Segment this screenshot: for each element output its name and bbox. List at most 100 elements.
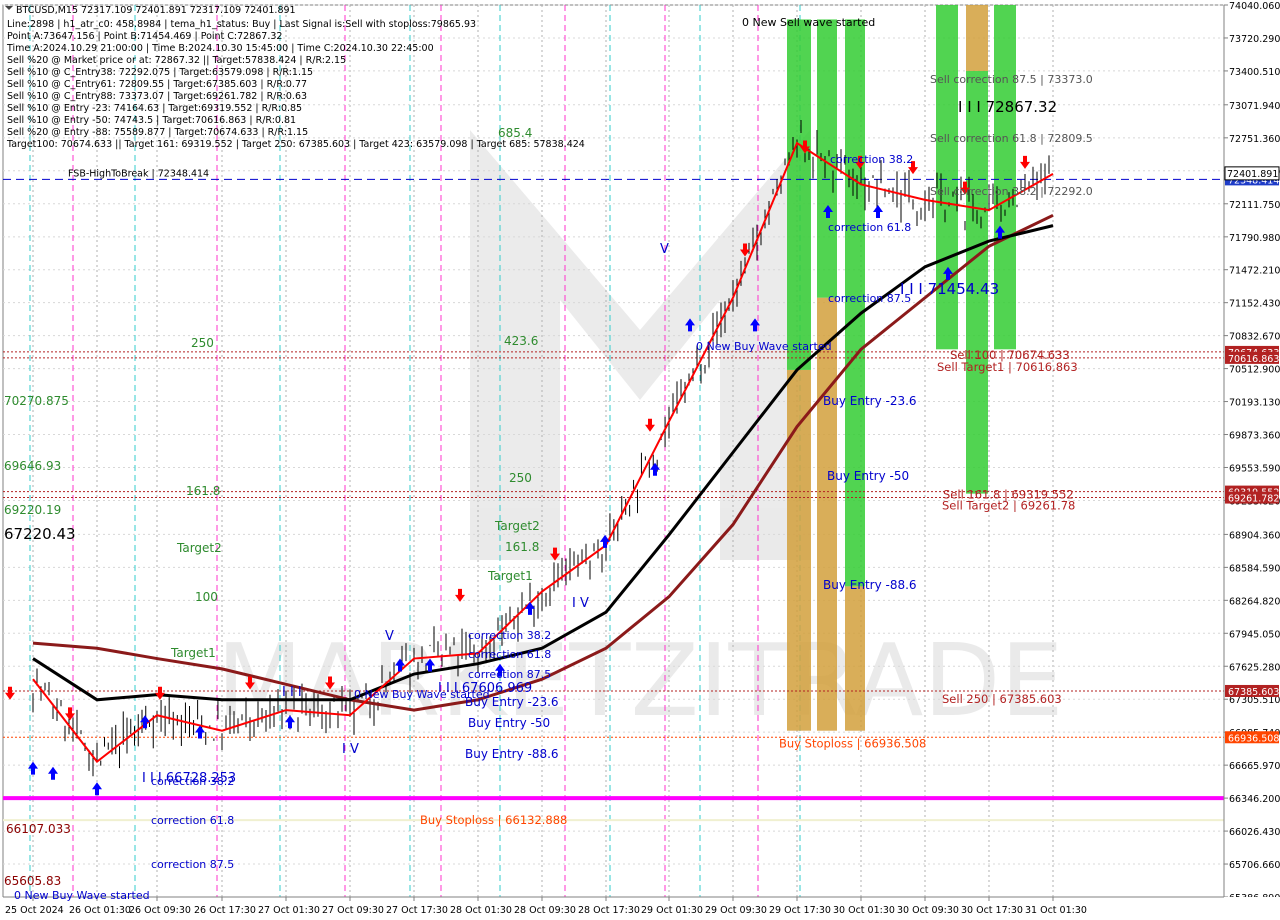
annotation: 250 (509, 471, 532, 485)
annotation: correction 38.2 (468, 629, 551, 642)
annotation: 69646.93 (4, 459, 61, 473)
y-tick-label: 68264.820 (1229, 596, 1280, 607)
x-tick-label: 28 Oct 01:30 (450, 905, 512, 916)
level-label: Sell Target2 | 69261.78 (942, 499, 1075, 513)
y-tick-label: 66665.970 (1229, 761, 1280, 772)
annotation: Buy Entry -23.6 (465, 695, 559, 709)
x-tick-label: 26 Oct 09:30 (129, 905, 191, 916)
y-tick-label: 73071.940 (1229, 101, 1280, 112)
info-line: Sell %10 @ C_Entry88: 73373.07 | Target:… (7, 91, 307, 102)
y-tick-label: 72751.360 (1229, 134, 1280, 145)
info-line: Point A:73647.156 | Point B:71454.469 | … (7, 31, 282, 42)
price-tag-label: 67385.603 (1228, 687, 1279, 698)
symbol-title: BTCUSD,M15 72317.109 72401.891 72317.109… (16, 5, 296, 16)
signal-band (817, 297, 837, 731)
current-price-label: 72401.891 (1227, 169, 1278, 180)
x-tick-label: 29 Oct 01:30 (641, 905, 703, 916)
annotation: Target2 (176, 541, 222, 555)
y-tick-label: 70832.670 (1229, 332, 1280, 343)
annotation: Target2 (494, 519, 540, 533)
y-tick-label: 66026.430 (1229, 827, 1280, 838)
y-tick-label: 65706.660 (1229, 860, 1280, 871)
x-tick-label: 30 Oct 17:30 (961, 905, 1023, 916)
price-chart[interactable]: MARKETZITRADE 74040.060 73720.290 73400.510… (0, 0, 1280, 920)
y-tick-label: 71790.980 (1229, 233, 1280, 244)
info-line: Sell %10 @ Entry -50: 74743.5 | Target:7… (7, 115, 296, 126)
y-tick-label: 71152.430 (1229, 299, 1280, 310)
annotation: correction 61.8 (468, 648, 551, 661)
annotation: 161.8 (186, 484, 220, 498)
info-line: Sell %20 @ Entry -88: 75589.877 | Target… (7, 127, 308, 138)
y-tick-label: 72111.750 (1229, 200, 1280, 211)
annotation: 0 New Buy Wave started (696, 340, 832, 353)
info-line: Target100: 70674.633 || Target 161: 6931… (6, 139, 585, 150)
annotation: V (660, 242, 669, 257)
y-tick-label: 67945.050 (1229, 629, 1280, 640)
y-tick-label: 71472.210 (1229, 266, 1280, 277)
y-tick-label: 69553.590 (1229, 463, 1280, 474)
y-tick-label: 67625.280 (1229, 662, 1280, 673)
annotation: I V (572, 596, 589, 611)
level-label: Buy Stoploss | 66132.888 (420, 813, 567, 827)
annotation: I I I 71454.43 (900, 280, 999, 298)
annotation: correction 61.8 (828, 221, 911, 234)
annotation: 69220.19 (4, 503, 61, 517)
info-line: Sell %10 @ Entry -23: 74164.63 | Target:… (7, 103, 302, 114)
annotation: Sell correction 87.5 | 73373.0 (930, 73, 1093, 86)
x-tick-label: 28 Oct 09:30 (514, 905, 576, 916)
y-tick-label: 70512.900 (1229, 365, 1280, 376)
price-tag-label: 69261.782 (1228, 494, 1279, 505)
x-tick-label: 31 Oct 01:30 (1025, 905, 1087, 916)
level-label: Sell Target1 | 70616.863 (937, 360, 1078, 374)
y-tick-label: 68904.360 (1229, 530, 1280, 541)
annotation: Buy Entry -88.6 (823, 578, 917, 592)
annotation: I I I 67606.969 (438, 681, 532, 696)
y-tick-label: 66346.200 (1229, 794, 1280, 805)
annotation: 65605.83 (4, 874, 61, 888)
annotation: Sell correction 61.8 | 72809.5 (930, 132, 1093, 145)
signal-band (787, 19, 811, 370)
annotation: Target1 (487, 569, 533, 583)
annotation: Buy Entry -50 (468, 716, 550, 730)
x-tick-label: 25 Oct 2024 (5, 905, 64, 916)
annotation: correction 87.5 (151, 858, 234, 871)
y-tick-label: 68584.590 (1229, 563, 1280, 574)
annotation: 685.4 (498, 126, 532, 140)
y-tick-label: 73400.510 (1229, 67, 1280, 78)
x-tick-label: 27 Oct 01:30 (258, 905, 320, 916)
level-label: Sell 250 | 67385.603 (942, 692, 1062, 706)
annotation: correction 38.2 (830, 153, 913, 166)
x-tick-label: 26 Oct 17:30 (194, 905, 256, 916)
annotation: I V (342, 742, 359, 757)
annotation: 0 New Sell wave started (742, 16, 875, 29)
y-tick-label: 69873.360 (1229, 431, 1280, 442)
x-tick-label: 29 Oct 09:30 (705, 905, 767, 916)
x-tick-label: 26 Oct 01:30 (69, 905, 131, 916)
annotation: V (385, 629, 394, 644)
chart-root: MARKETZITRADE 74040.060 73720.290 73400.510… (0, 0, 1280, 920)
info-line: Time A:2024.10.29 21:00:00 | Time B:2024… (6, 43, 434, 54)
x-axis-bg (0, 897, 1280, 920)
info-line: Line:2898 | h1_atr_c0: 458.8984 | tema_h… (7, 19, 476, 30)
annotation: Buy Entry -50 (827, 469, 909, 483)
annotation: 161.8 (505, 540, 539, 554)
annotation: 67220.43 (4, 525, 76, 543)
annotation: correction 87.5 (828, 292, 911, 305)
annotation: correction 38.2 (151, 775, 234, 788)
signal-band (845, 586, 865, 731)
annotation: Buy Entry -23.6 (823, 394, 917, 408)
annotation: 0 New Buy Wave started (14, 889, 150, 902)
annotation: correction 61.8 (151, 814, 234, 827)
level-label: FSB-HighToBreak | 72348.414 (68, 168, 209, 179)
y-tick-label: 74040.060 (1229, 1, 1280, 12)
annotation: correction 87.5 (468, 668, 551, 681)
annotation: 250 (191, 336, 214, 350)
annotation: 66107.033 (6, 822, 71, 836)
info-line: Sell %10 @ C_Entry61: 72809.55 | Target:… (7, 79, 307, 90)
y-tick-label: 70193.130 (1229, 398, 1280, 409)
x-tick-label: 28 Oct 17:30 (578, 905, 640, 916)
x-tick-label: 30 Oct 01:30 (833, 905, 895, 916)
annotation: Buy Entry -88.6 (465, 747, 559, 761)
level-label: Buy Stoploss | 66936.508 (779, 736, 926, 750)
price-tag-label: 66936.508 (1228, 733, 1279, 744)
